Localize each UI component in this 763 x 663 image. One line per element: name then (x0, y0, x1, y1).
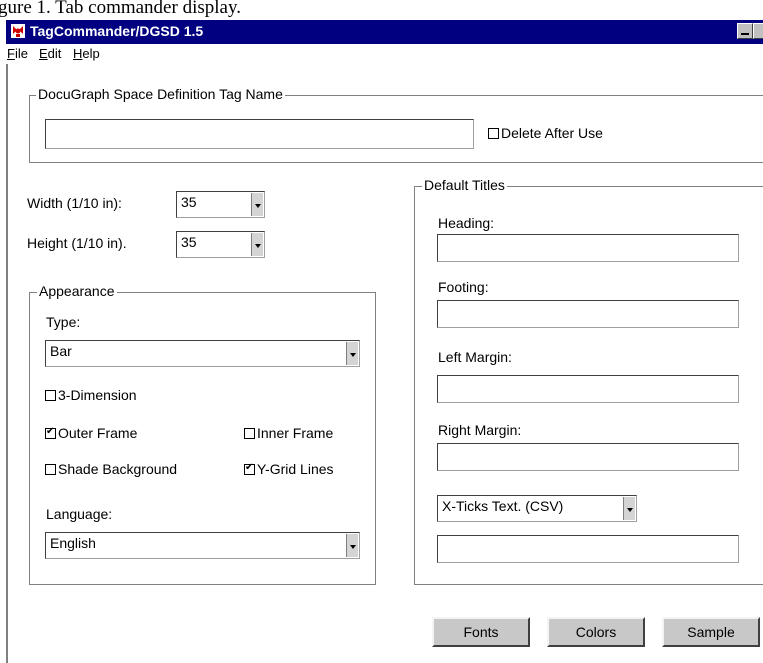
inner-frame-label: Inner Frame (257, 425, 334, 441)
inner-frame-checkbox[interactable]: Inner Frame (244, 425, 333, 441)
page-caption-strip: gure 1. Tab commander display. (0, 0, 763, 18)
height-value: 35 (181, 234, 197, 250)
x-ticks-select[interactable]: X-Ticks Text. (CSV) (437, 495, 637, 522)
footing-label: Footing: (438, 279, 489, 295)
chevron-down-icon[interactable] (346, 342, 358, 365)
width-label: Width (1/10 in): (27, 195, 122, 211)
footing-input[interactable] (437, 300, 739, 328)
three-dimension-box[interactable] (45, 389, 56, 401)
app-icon (11, 24, 25, 38)
y-grid-lines-label: Y-Grid Lines (257, 461, 334, 477)
maximize-button[interactable] (753, 23, 763, 39)
page-caption: gure 1. Tab commander display. (0, 0, 241, 18)
x-ticks-value: X-Ticks Text. (CSV) (442, 498, 564, 514)
chevron-down-icon[interactable] (346, 534, 358, 557)
inner-frame-box[interactable] (244, 427, 255, 439)
menu-file[interactable]: File (7, 46, 28, 61)
three-dimension-label: 3-Dimension (58, 387, 137, 403)
heading-label: Heading: (438, 215, 495, 231)
title-bar[interactable]: TagCommander/DGSD 1.5 (6, 20, 763, 44)
shade-background-label: Shade Background (58, 461, 178, 477)
language-select[interactable]: English (45, 532, 360, 559)
width-select[interactable]: 35 (176, 191, 265, 218)
chevron-down-icon[interactable] (251, 193, 263, 216)
outer-frame-box[interactable] (45, 426, 56, 439)
delete-after-use-checkbox[interactable]: Delete After Use (488, 125, 603, 141)
tag-name-input[interactable] (45, 119, 474, 149)
fonts-button[interactable]: Fonts (432, 617, 530, 647)
type-label: Type: (46, 314, 81, 330)
menu-edit[interactable]: Edit (39, 46, 61, 61)
tag-name-group-title: DocuGraph Space Definition Tag Name (36, 86, 285, 102)
window-title: TagCommander/DGSD 1.5 (30, 23, 204, 39)
default-titles-group-title: Default Titles (422, 177, 507, 193)
minimize-button[interactable] (737, 23, 753, 39)
x-ticks-input[interactable] (437, 535, 739, 563)
heading-input[interactable] (437, 234, 739, 262)
outer-frame-checkbox[interactable]: Outer Frame (45, 425, 137, 441)
menu-bar: File Edit Help (6, 44, 763, 64)
sample-button[interactable]: Sample (662, 617, 760, 647)
window-border (6, 64, 8, 663)
outer-frame-label: Outer Frame (58, 425, 138, 441)
delete-after-use-box[interactable] (488, 127, 499, 139)
height-label: Height (1/10 in). (27, 235, 127, 251)
three-dimension-checkbox[interactable]: 3-Dimension (45, 387, 137, 403)
y-grid-lines-checkbox[interactable]: Y-Grid Lines (244, 461, 334, 477)
height-select[interactable]: 35 (176, 231, 265, 258)
type-value: Bar (50, 343, 72, 359)
language-value: English (50, 535, 96, 551)
right-margin-label: Right Margin: (438, 422, 522, 438)
left-margin-input[interactable] (437, 375, 739, 403)
chevron-down-icon[interactable] (251, 233, 263, 256)
right-margin-input[interactable] (437, 443, 739, 471)
language-label: Language: (46, 506, 113, 522)
shade-background-checkbox[interactable]: Shade Background (45, 461, 177, 477)
delete-after-use-label: Delete After Use (501, 125, 603, 141)
shade-background-box[interactable] (45, 463, 56, 475)
colors-button[interactable]: Colors (547, 617, 645, 647)
type-select[interactable]: Bar (45, 340, 360, 367)
y-grid-lines-box[interactable] (244, 462, 255, 475)
application-window: gure 1. Tab commander display. TagComman… (0, 0, 763, 663)
chevron-down-icon[interactable] (623, 497, 635, 520)
left-margin-label: Left Margin: (438, 349, 512, 365)
menu-help[interactable]: Help (73, 46, 100, 61)
appearance-group-title: Appearance (37, 283, 117, 299)
width-value: 35 (181, 194, 197, 210)
